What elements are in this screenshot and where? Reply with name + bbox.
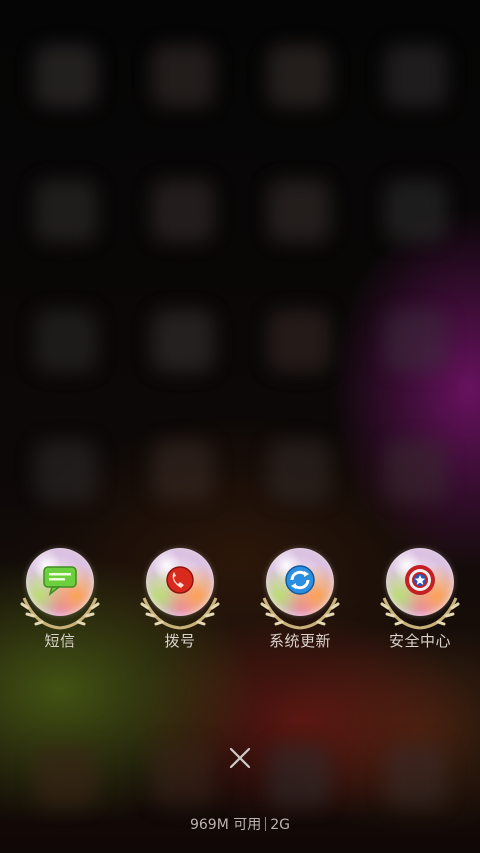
app-bubble	[138, 546, 222, 630]
blurred-app-icon	[35, 440, 97, 502]
blurred-app-icon	[35, 45, 97, 107]
blurred-app-icon	[268, 310, 330, 372]
recent-app-security-center[interactable]: 安全中心	[360, 540, 480, 660]
blurred-app-icon	[268, 45, 330, 107]
status-divider	[265, 817, 267, 831]
app-bubble	[258, 546, 342, 630]
app-bubble	[378, 546, 462, 630]
blurred-app-icon	[268, 180, 330, 242]
blurred-app-icon	[385, 45, 447, 107]
app-label: 系统更新	[268, 632, 331, 650]
blurred-app-icon	[152, 745, 214, 807]
blurred-app-icon	[35, 310, 97, 372]
blurred-app-icon	[35, 180, 97, 242]
blurred-app-icon	[152, 440, 214, 502]
app-bubble	[18, 546, 102, 630]
blurred-app-icon	[152, 310, 214, 372]
blurred-app-icon	[35, 745, 97, 807]
blurred-app-icon	[152, 45, 214, 107]
recent-apps-row: 短信 拨号 系统更新 安全中心	[0, 540, 480, 660]
refresh-arrows-icon	[285, 565, 315, 595]
memory-available: 969M 可用	[189, 817, 262, 833]
blurred-app-icon	[268, 440, 330, 502]
blurred-app-icon	[385, 180, 447, 242]
memory-status: 969M 可用 2G	[0, 814, 480, 834]
close-icon[interactable]	[225, 743, 255, 773]
app-label: 拨号	[164, 632, 196, 650]
app-label: 安全中心	[388, 632, 451, 650]
recent-app-messages[interactable]: 短信	[0, 540, 120, 660]
blurred-app-icon	[385, 440, 447, 502]
shield-star-icon	[405, 565, 435, 595]
phone-handset-icon	[166, 566, 194, 594]
blurred-background-app-grid	[0, 0, 480, 853]
recent-app-dialer[interactable]: 拨号	[120, 540, 240, 660]
recent-app-system-update[interactable]: 系统更新	[240, 540, 360, 660]
blurred-app-icon	[268, 745, 330, 807]
blurred-app-icon	[385, 745, 447, 807]
blurred-app-icon	[385, 310, 447, 372]
app-label: 短信	[44, 632, 76, 650]
network-type: 2G	[270, 817, 291, 833]
blurred-app-icon	[152, 180, 214, 242]
message-bubble-icon	[43, 566, 77, 597]
recent-apps-screen: 短信 拨号 系统更新 安全中心 969M 可用 2G	[0, 0, 480, 853]
